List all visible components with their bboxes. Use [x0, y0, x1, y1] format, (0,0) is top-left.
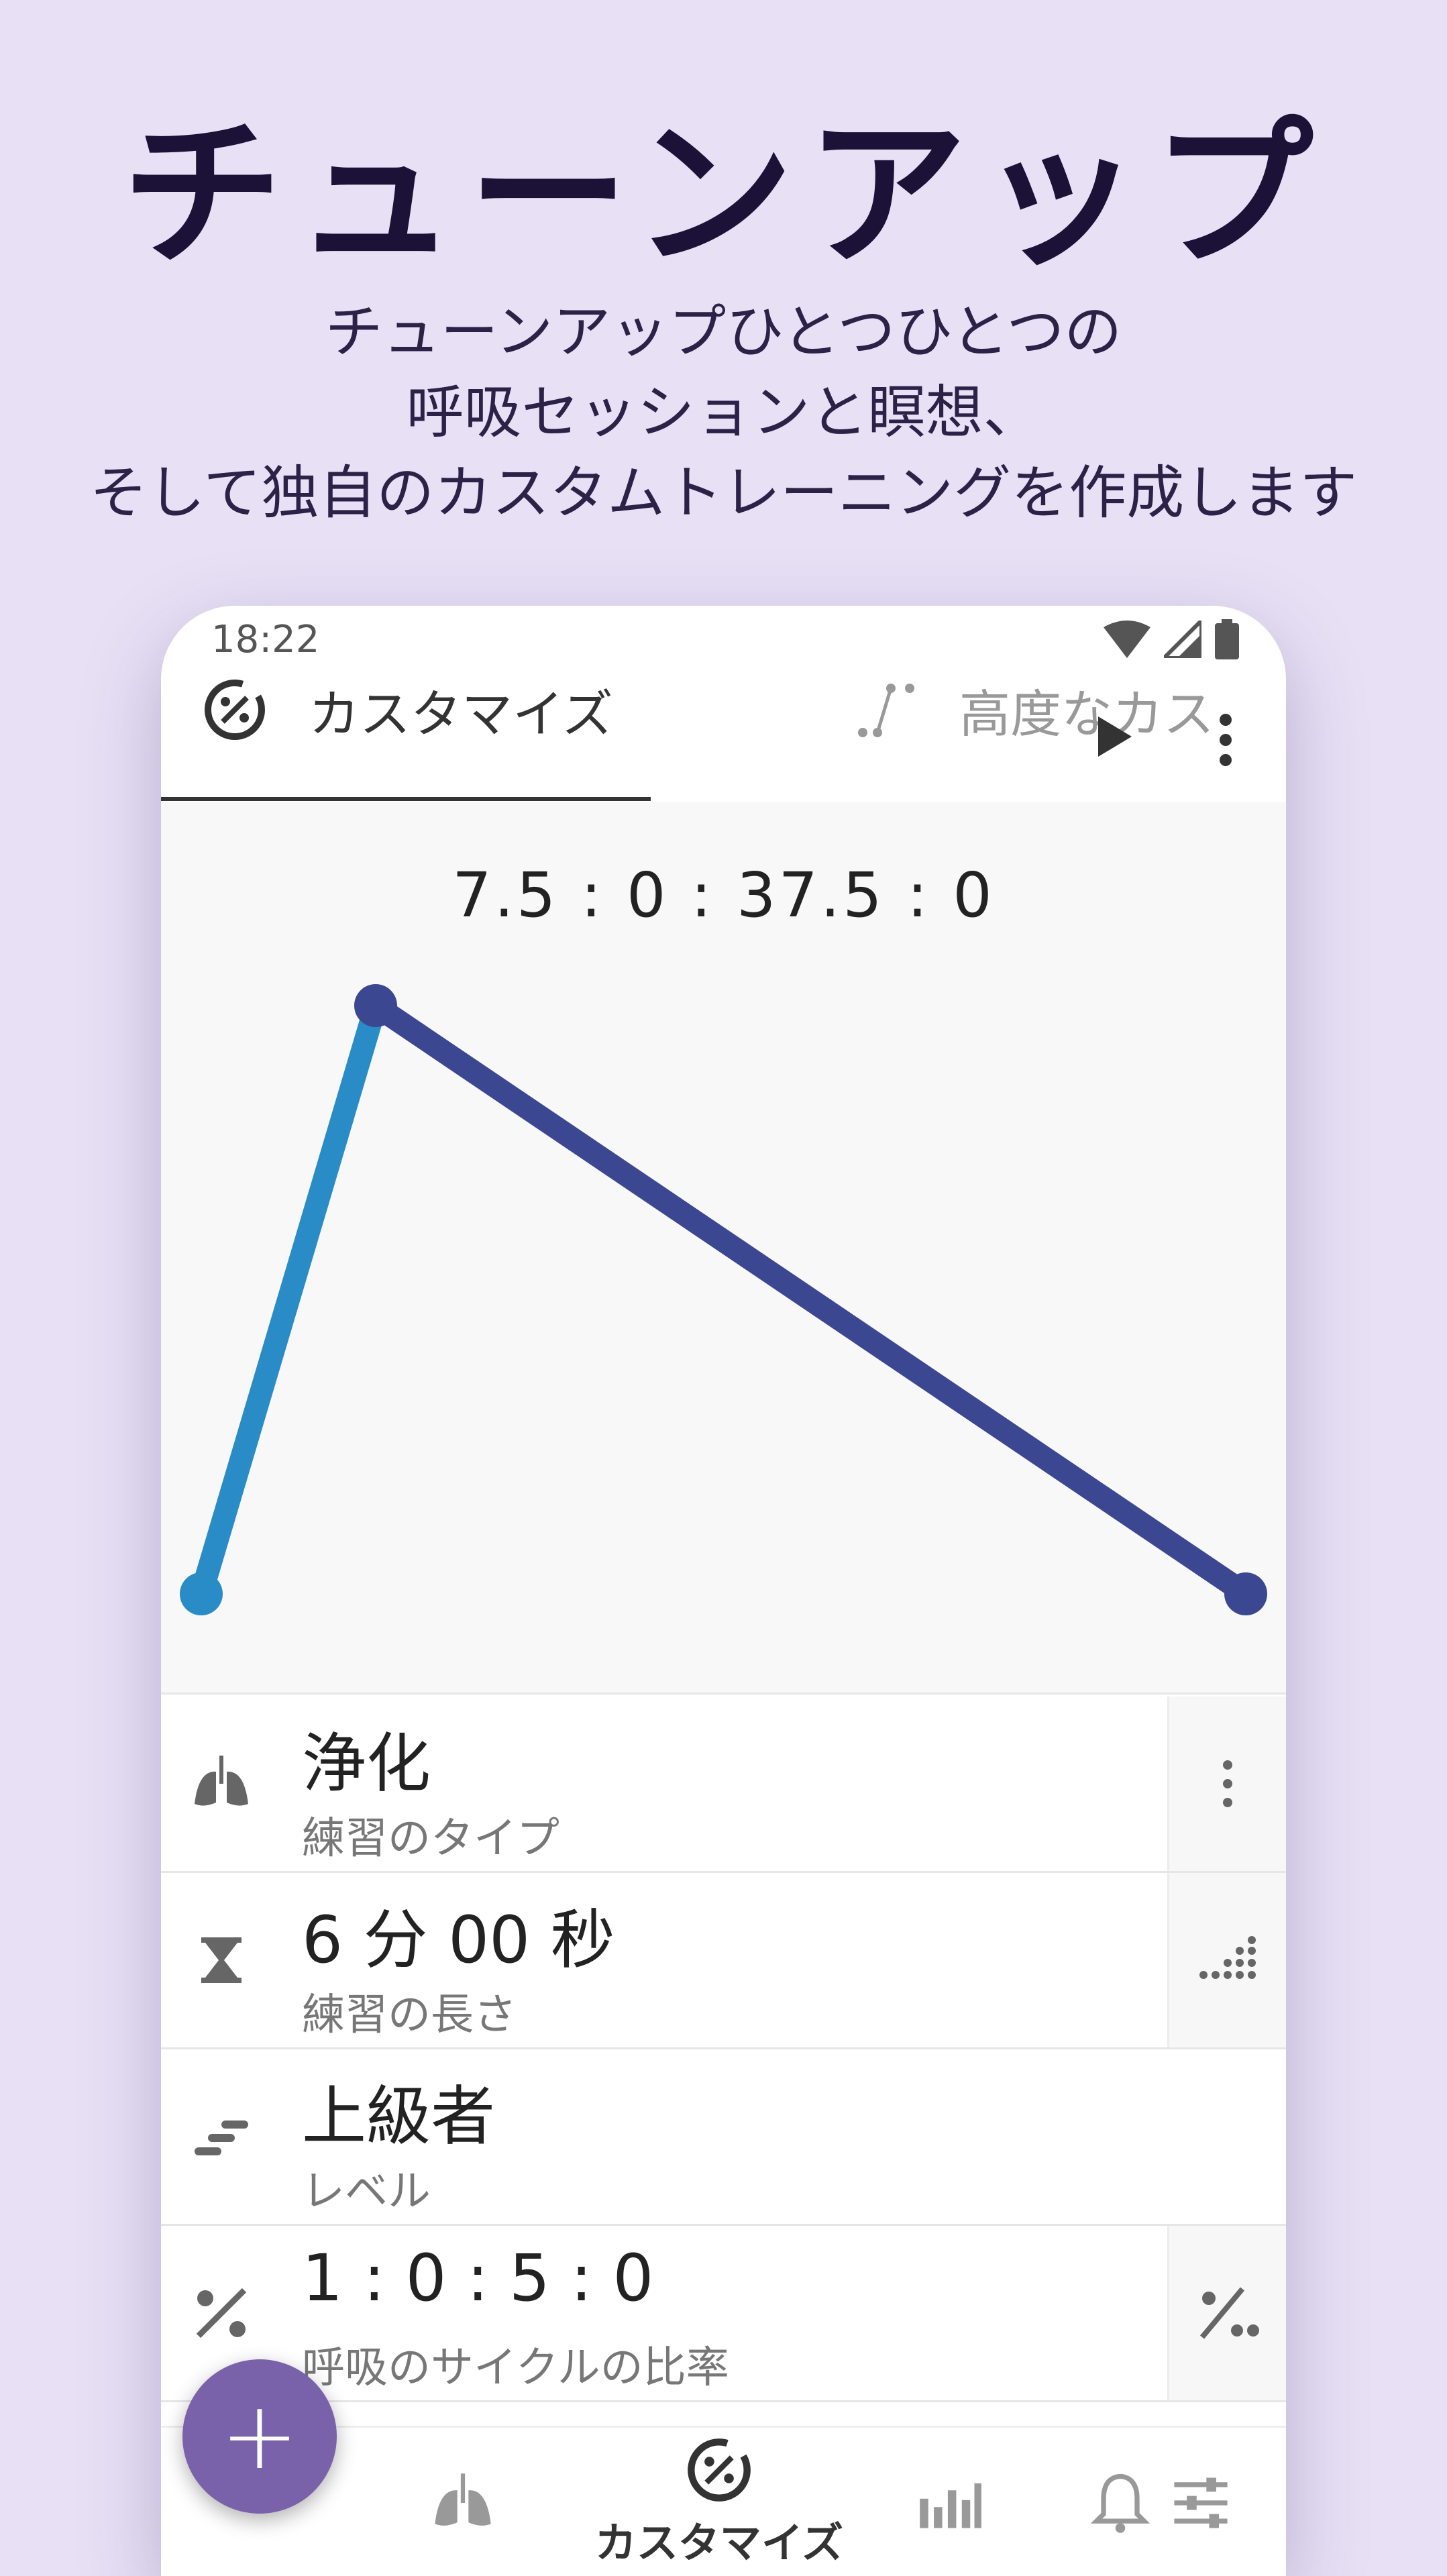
tab-advanced[interactable]: 高度なカス: [852, 680, 1228, 744]
ratio-dial-icon: [688, 2438, 751, 2502]
bar-chart-icon: [920, 2483, 981, 2528]
setting-subtitle: 練習の長さ: [302, 1990, 517, 2040]
setting-breath-ratio[interactable]: 1 : 0 : 5 : 0 呼吸のサイクルの比率: [161, 2226, 1286, 2402]
lungs-icon: [188, 1750, 255, 1817]
setting-exercise-duration[interactable]: 6 分 00 秒 練習の長さ: [161, 1873, 1286, 2049]
setting-subtitle: 呼吸のサイクルの比率: [302, 2343, 729, 2393]
phone-screen: 18:22 カスタマイズ 高度なカス 7.5: 0: 37.5: 0 浄化…: [161, 606, 1286, 2576]
lungs-icon: [435, 2473, 491, 2526]
more-vert-icon: [1223, 1760, 1232, 1807]
nav-settings[interactable]: [1114, 2428, 1286, 2576]
setting-title: 上級者: [302, 2079, 495, 2154]
setting-title: 浄化: [302, 1726, 431, 1801]
settings-list: 浄化 練習のタイプ 6 分 00 秒 練習の長さ 上級者 レベル 1: 0:…: [161, 1697, 1286, 2402]
add-button[interactable]: +: [182, 2359, 337, 2514]
status-icons: [1104, 619, 1239, 659]
inhale-segment: [190, 994, 387, 1605]
wifi-icon: [1104, 621, 1150, 658]
ratio-dial-icon: [201, 676, 268, 743]
status-bar: 18:22: [161, 606, 1286, 680]
level-steps-icon: [188, 2103, 255, 2170]
nav-breathe[interactable]: [362, 2428, 564, 2576]
tab-indicator: [161, 797, 651, 801]
dot-grid-icon: [1199, 1936, 1256, 1979]
breath-pattern-chart: 7.5 : 0 : 37.5 : 0: [161, 802, 1286, 1695]
breath-graph: [180, 984, 1267, 1615]
signal-icon: [1164, 621, 1201, 658]
more-vert-icon[interactable]: [1205, 710, 1246, 770]
promo-subtitle-line-1: チューンアップひとつひとつの: [325, 299, 1122, 366]
plus-icon: +: [220, 2381, 299, 2491]
promo-title: チューンアップ: [121, 101, 1326, 288]
setting-exercise-type[interactable]: 浄化 練習のタイプ: [161, 1697, 1286, 1873]
nav-customize-label: カスタマイズ: [594, 2518, 844, 2567]
setting-level[interactable]: 上級者 レベル: [161, 2049, 1286, 2226]
hourglass-icon: [188, 1927, 255, 1994]
promo-subtitle: チューンアップひとつひとつの 呼吸セッションと瞑想、 そして独自のカスタムトレー…: [0, 292, 1447, 533]
tab-customize[interactable]: カスタマイズ: [201, 680, 812, 744]
setting-ratio-button[interactable]: [1167, 2226, 1286, 2400]
start-point[interactable]: [180, 1572, 223, 1615]
graph-nodes-icon: [852, 676, 919, 743]
status-time: 18:22: [211, 618, 320, 661]
peak-point[interactable]: [354, 984, 397, 1027]
nav-customize[interactable]: カスタマイズ: [585, 2428, 853, 2576]
end-point[interactable]: [1224, 1572, 1267, 1615]
setting-title: 6 分 00 秒: [302, 1902, 615, 1978]
play-icon[interactable]: [1085, 710, 1138, 763]
setting-subtitle: レベル: [302, 2167, 431, 2216]
battery-icon: [1215, 619, 1239, 659]
promo-subtitle-line-2: 呼吸セッションと瞑想、: [406, 379, 1041, 446]
ratio-icon: [1199, 2287, 1259, 2339]
promo-subtitle-line-3: そして独自のカスタムトレーニングを作成します: [89, 460, 1358, 527]
setting-subtitle: 練習のタイプ: [302, 1814, 559, 1864]
setting-title: 1 : 0 : 5 : 0: [302, 2241, 654, 2316]
percent-icon: [188, 2279, 255, 2347]
setting-more-button[interactable]: [1167, 1697, 1286, 1871]
exhale-segment: [364, 994, 1257, 1605]
tab-customize-label: カスタマイズ: [309, 684, 613, 744]
setting-dots-button[interactable]: [1167, 1873, 1286, 2047]
sliders-icon: [1174, 2477, 1228, 2528]
